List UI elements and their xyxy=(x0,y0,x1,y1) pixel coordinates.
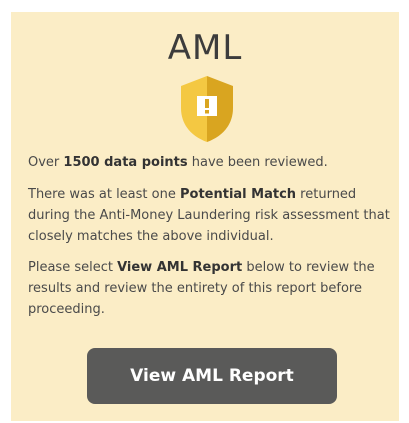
data-points-count: 1500 data points xyxy=(63,155,188,170)
view-report-reference: View AML Report xyxy=(117,260,243,275)
potential-match-label: Potential Match xyxy=(179,187,297,202)
view-aml-report-button[interactable]: View AML Report xyxy=(87,348,337,404)
aml-card: AML Over 1500 data points have been revi… xyxy=(11,12,399,421)
potential-match-text: There was at least one Potential Match r… xyxy=(28,187,390,244)
warning-shield-icon xyxy=(177,74,237,144)
card-title: AML xyxy=(167,28,243,68)
view-aml-report-button-label: View AML Report xyxy=(130,366,294,386)
instructions-text: Please select View AML Report below to r… xyxy=(28,260,375,317)
data-points-text: Over 1500 data points have been reviewed… xyxy=(28,155,328,170)
